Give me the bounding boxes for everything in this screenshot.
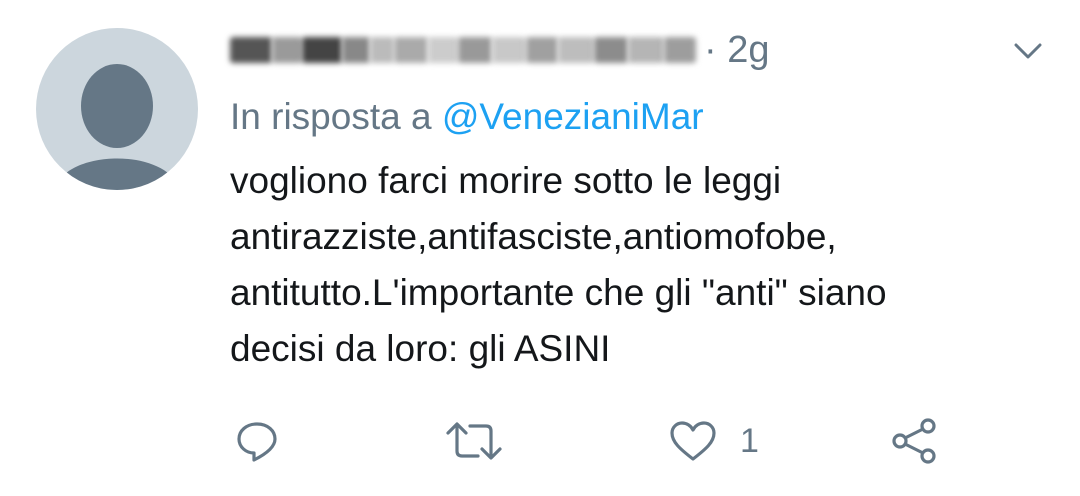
reply-prefix: In risposta a xyxy=(230,96,432,137)
retweet-button[interactable] xyxy=(444,412,504,470)
heart-icon xyxy=(670,421,716,461)
tweet-timestamp[interactable]: · 2g xyxy=(704,29,769,72)
tweet[interactable]: · 2g In risposta a @VenezianiMar voglion… xyxy=(0,0,1080,496)
tweet-actions: 1 xyxy=(230,412,950,470)
share-button[interactable] xyxy=(890,412,940,470)
reply-button[interactable] xyxy=(234,412,280,470)
tweet-header: · 2g xyxy=(230,22,769,78)
retweet-icon xyxy=(446,422,502,460)
avatar[interactable] xyxy=(36,28,198,190)
reply-context: In risposta a @VenezianiMar xyxy=(230,92,704,142)
tweet-text: vogliono farci morire sotto le leggi ant… xyxy=(230,160,887,369)
default-profile-icon xyxy=(54,64,180,190)
like-button[interactable]: 1 xyxy=(668,412,759,470)
blurred-author-name xyxy=(230,35,696,65)
reply-mention-link[interactable]: @VenezianiMar xyxy=(442,96,704,137)
share-icon xyxy=(892,418,936,464)
reply-icon xyxy=(237,422,277,462)
like-count: 1 xyxy=(740,421,759,460)
chevron-down-icon[interactable] xyxy=(1010,36,1046,66)
